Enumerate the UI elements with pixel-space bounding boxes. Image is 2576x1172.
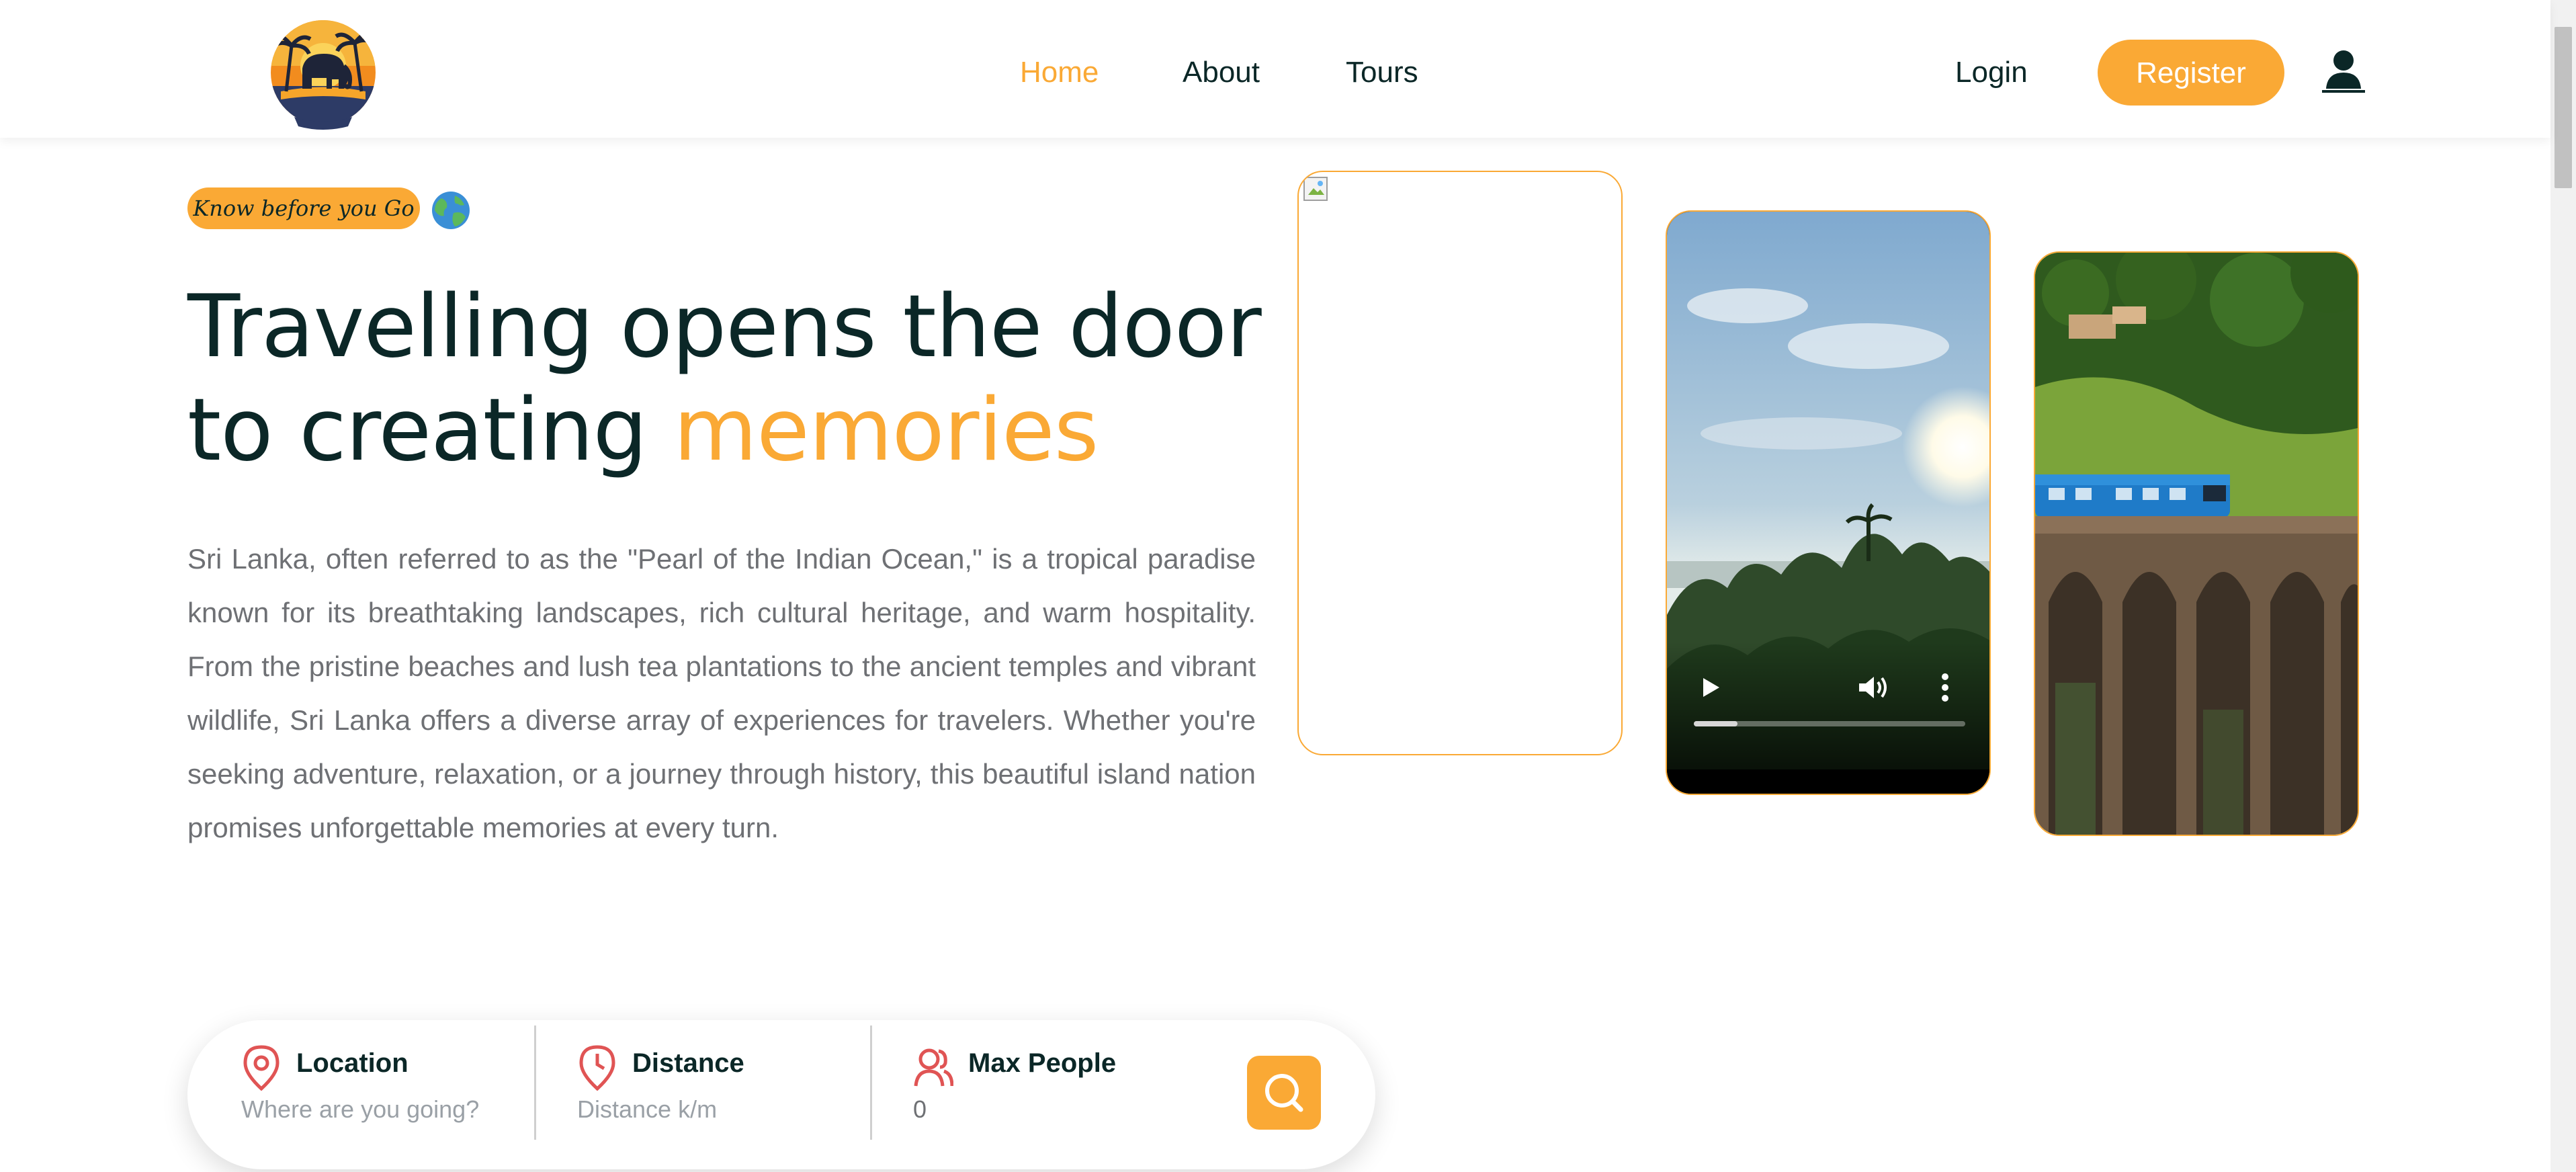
nav-tours-link[interactable]: Tours	[1346, 52, 1418, 93]
nav-home-link[interactable]: Home	[1020, 52, 1099, 93]
clock-pin-icon	[579, 1045, 615, 1091]
location-input[interactable]	[241, 1093, 510, 1126]
max-people-field[interactable]: Max People	[913, 1020, 1195, 1169]
site-header: Home About Tours Login Register	[0, 0, 2550, 138]
location-label: Location	[296, 1048, 409, 1078]
people-icon	[914, 1048, 953, 1087]
hero-image-card-broken	[1297, 171, 1623, 755]
field-divider	[534, 1026, 536, 1140]
user-icon[interactable]	[2322, 47, 2365, 95]
distance-input[interactable]	[577, 1093, 846, 1126]
play-icon[interactable]	[1695, 673, 1725, 702]
globe-icon	[432, 192, 470, 229]
nav-about-link[interactable]: About	[1183, 52, 1260, 93]
location-pin-icon	[243, 1045, 280, 1091]
max-people-input[interactable]	[913, 1093, 1182, 1126]
video-progress-fill	[1694, 721, 1737, 726]
distance-label: Distance	[632, 1048, 744, 1078]
hero-title: Travelling opens the door to creating me…	[187, 276, 1262, 483]
search-icon	[1265, 1074, 1303, 1112]
hero-subtitle-badge: Know before you Go	[187, 187, 420, 229]
more-options-icon[interactable]	[1938, 671, 1952, 704]
register-button[interactable]: Register	[2098, 40, 2284, 106]
field-divider	[870, 1026, 872, 1140]
broken-image-icon	[1303, 177, 1328, 201]
tour-search-bar: Location Distance Max People	[187, 1020, 1375, 1169]
location-field[interactable]: Location	[241, 1020, 523, 1169]
hero-title-highlight: memories	[673, 380, 1099, 480]
max-people-label: Max People	[968, 1048, 1117, 1078]
volume-icon[interactable]	[1855, 673, 1890, 702]
video-controls	[1667, 653, 1989, 760]
hero-video-card[interactable]	[1666, 210, 1991, 795]
search-button[interactable]	[1247, 1056, 1321, 1130]
login-link[interactable]: Login	[1955, 52, 2028, 93]
video-progress-bar[interactable]	[1694, 721, 1965, 726]
distance-field[interactable]: Distance	[577, 1020, 859, 1169]
train-bridge-image	[2035, 253, 2358, 835]
elephant-logo-icon[interactable]	[267, 19, 379, 130]
hero-train-image-card	[2034, 251, 2359, 836]
page-scrollbar[interactable]	[2550, 0, 2576, 1172]
hero-description: Sri Lanka, often referred to as the "Pea…	[187, 543, 1256, 843]
scrollbar-thumb[interactable]	[2554, 27, 2572, 188]
